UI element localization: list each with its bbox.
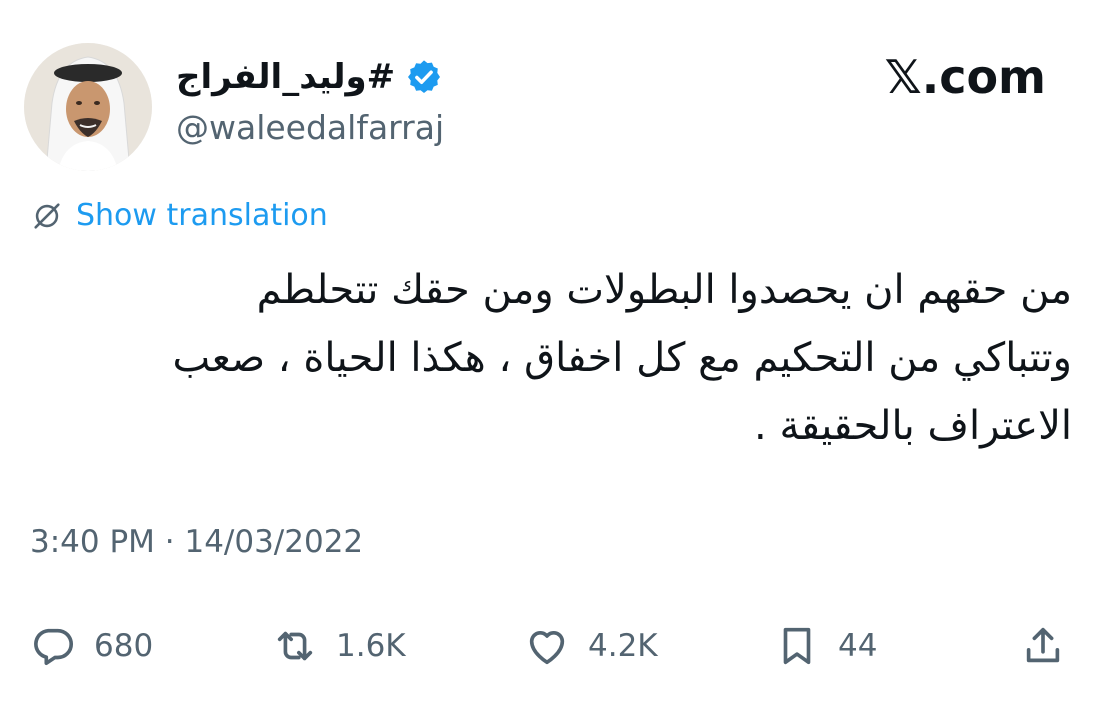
repost-count: 1.6K	[336, 628, 406, 664]
share-icon	[1026, 627, 1060, 663]
action-bar: 680 1.6K 4.2K 44	[0, 618, 1100, 674]
tweet-timestamp[interactable]: 3:40 PM · 14/03/2022	[30, 524, 363, 560]
like-count: 4.2K	[588, 628, 658, 664]
show-translation-link[interactable]: Show translation	[30, 198, 328, 233]
x-logo: 𝕏.com	[884, 50, 1046, 104]
tweet-line-1: من حقهم ان يحصدوا البطولات ومن حقك تتحلط…	[256, 267, 1072, 313]
reply-button[interactable]: 680	[30, 618, 153, 674]
reply-icon	[34, 628, 74, 666]
bookmark-icon	[783, 627, 811, 665]
bookmark-count: 44	[838, 628, 878, 664]
reply-count: 680	[94, 628, 154, 664]
profile-photo-icon	[24, 43, 152, 171]
bookmark-button[interactable]: 44	[774, 618, 877, 674]
tweet-line-2: وتتباكي من التحكيم مع كل اخفاق ، هكذا ال…	[172, 335, 1073, 381]
tweet-line-3: الاعتراف بالحقيقة .	[754, 403, 1072, 449]
tweet-text: من حقهم ان يحصدوا البطولات ومن حقك تتحلط…	[32, 256, 1073, 460]
repost-icon	[277, 631, 313, 661]
display-name[interactable]: #وليد_الفراج	[176, 57, 395, 97]
verified-badge-icon	[408, 60, 441, 93]
avatar[interactable]	[24, 43, 152, 171]
repost-button[interactable]: 1.6K	[272, 618, 406, 674]
heart-icon	[529, 631, 565, 665]
user-handle[interactable]: @waleedalfarraj	[176, 108, 444, 147]
show-translation-label[interactable]: Show translation	[76, 198, 328, 233]
like-button[interactable]: 4.2K	[524, 618, 658, 674]
translate-icon	[34, 202, 60, 229]
share-button[interactable]	[1020, 618, 1066, 674]
display-name-row[interactable]: #وليد_الفراج	[176, 50, 443, 104]
